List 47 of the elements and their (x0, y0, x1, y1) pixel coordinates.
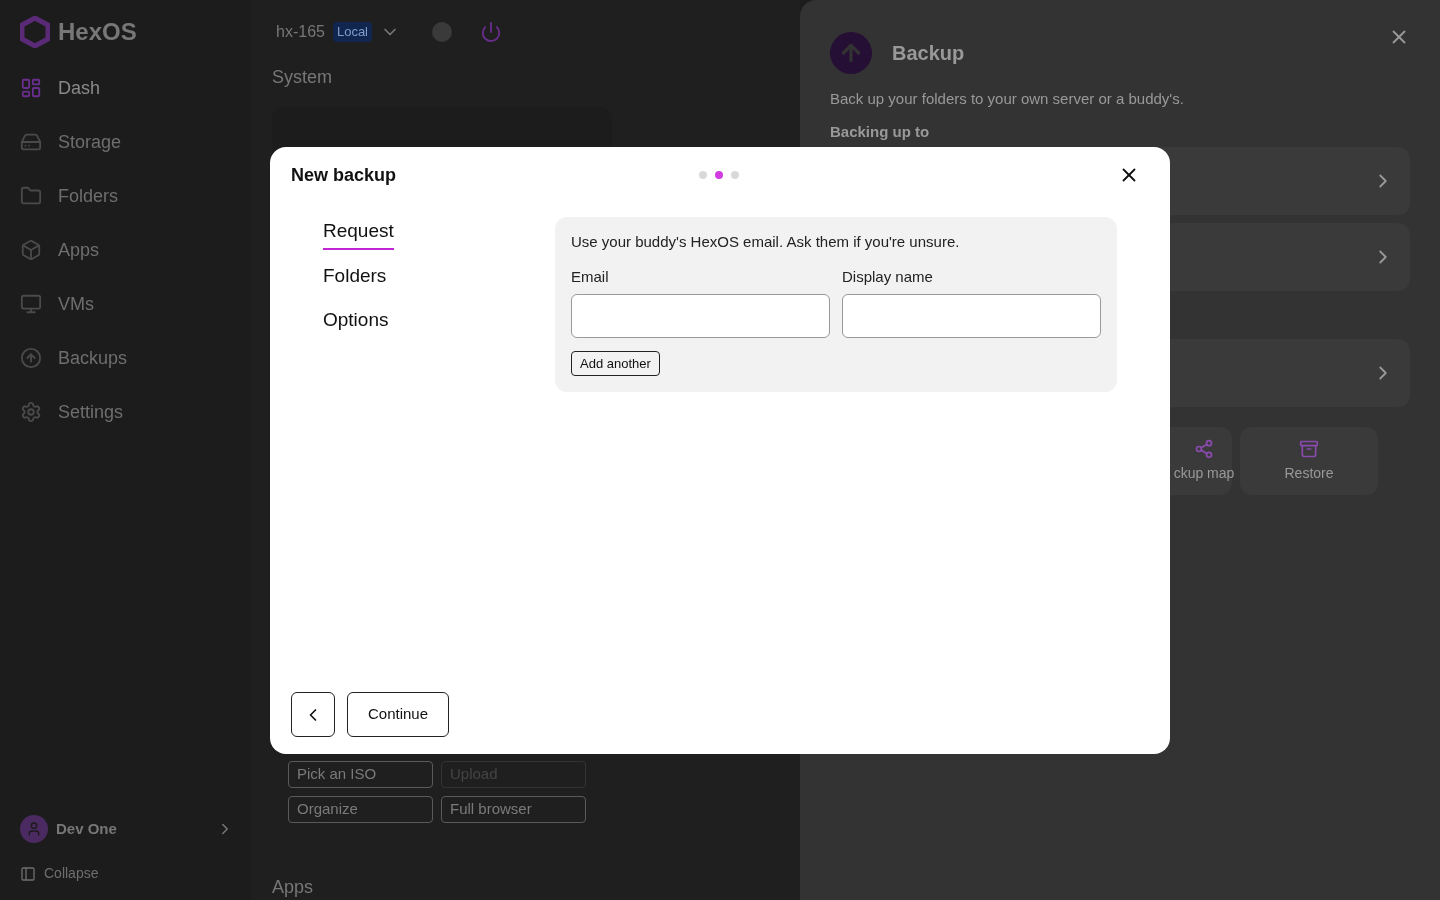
step-tab[interactable]: Request (323, 217, 394, 250)
sidebar-item[interactable]: VMs (16, 288, 234, 320)
nav-icon (20, 293, 42, 315)
nav-icon (20, 77, 42, 99)
back-button[interactable] (291, 692, 335, 737)
status-icon (432, 22, 452, 42)
logo-text: HexOS (58, 17, 137, 47)
local-badge: Local (332, 22, 372, 42)
section-title: Apps (272, 876, 315, 898)
collapse-link[interactable]: Collapse (44, 863, 99, 884)
input-field[interactable] (842, 294, 1101, 338)
hint-text: Use your buddy's HexOS email. Ask them if you're unsure. (571, 232, 961, 252)
server-name[interactable]: hx-165 (276, 20, 325, 44)
sidebar-item[interactable]: Dash (16, 72, 234, 104)
sidebar-item[interactable]: Apps (16, 234, 234, 266)
backup-icon (830, 32, 872, 74)
continue-button[interactable]: Continue (347, 692, 450, 737)
input-field[interactable] (571, 294, 830, 338)
archive-icon (1299, 438, 1319, 459)
logo-icon (20, 16, 50, 48)
panel-description: Back up your folders to your own server or a buddy's. (830, 89, 1185, 109)
user-name: Dev One (56, 818, 118, 839)
sidebar-item[interactable]: Settings (16, 396, 234, 428)
step-tab[interactable]: Options (323, 306, 389, 339)
nav-icon (20, 401, 42, 423)
action-button[interactable]: Full browser (441, 796, 586, 823)
sidebar-item[interactable]: Folders (16, 180, 234, 212)
field-label: Display name (842, 266, 934, 287)
field-label: Email (571, 266, 610, 287)
add-another-button[interactable]: Add another (571, 351, 660, 376)
nav-icon (20, 347, 42, 369)
network-icon (1194, 438, 1214, 459)
section-title: System (272, 66, 333, 89)
panel-title: Backup (892, 41, 966, 66)
sidebar-item[interactable]: Storage (16, 126, 234, 158)
action-button[interactable]: Pick an ISO (288, 761, 433, 788)
dialog-title: New backup (291, 163, 398, 187)
nav-icon (20, 131, 42, 153)
restore-tile[interactable]: Restore (1240, 427, 1378, 495)
sidebar-item[interactable]: Backups (16, 342, 234, 374)
nav-icon (20, 185, 42, 207)
sidebar-icon (20, 865, 36, 882)
avatar-icon (20, 815, 48, 843)
action-button[interactable]: Organize (288, 796, 433, 823)
panel-subtitle: Backing up to (830, 121, 931, 142)
nav-icon (20, 239, 42, 261)
step-tab[interactable]: Folders (323, 261, 387, 294)
